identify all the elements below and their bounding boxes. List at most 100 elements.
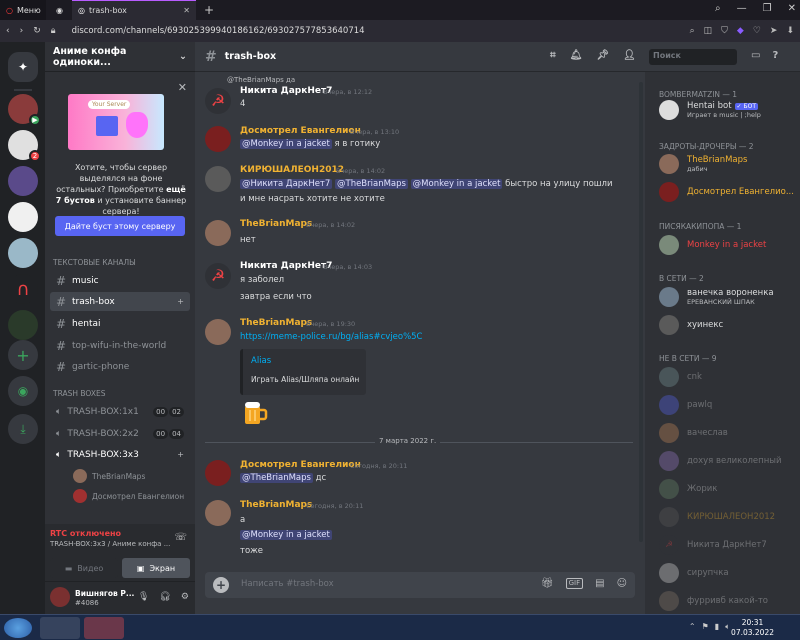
adblock-icon[interactable]: ⛉ [721, 26, 728, 36]
voice-channel-3x3[interactable]: 🔈︎ TRASH-BOX:3x3 + [50, 445, 190, 464]
minimize-icon[interactable]: — [737, 3, 747, 14]
headphones-icon[interactable]: 🎧︎ [159, 592, 170, 602]
search-icon[interactable]: ⌕ [690, 26, 695, 36]
reload-icon[interactable]: ↻ [33, 26, 41, 36]
add-member-icon[interactable]: + [177, 297, 184, 306]
close-icon[interactable]: ✕ [178, 81, 187, 94]
maximize-icon[interactable]: ❐ [763, 3, 772, 14]
voice-user[interactable]: TheBrianMaps [73, 469, 145, 483]
member-offline[interactable]: cnk [659, 367, 702, 387]
send-icon[interactable]: ➤ [770, 26, 778, 36]
avatar[interactable] [205, 460, 231, 486]
guild-header[interactable]: Аниме конфа одиноки... ⌄ [45, 42, 195, 72]
server-icon-2[interactable]: 2 [8, 130, 41, 162]
disconnect-icon[interactable]: ☏ [174, 532, 187, 543]
chat-scrollbar[interactable] [639, 82, 643, 542]
search-input[interactable]: Поиск [649, 49, 737, 65]
back-icon[interactable]: ‹ [6, 26, 10, 36]
gift-icon[interactable]: 🎁︎ [541, 578, 554, 589]
help-icon[interactable]: ? [772, 50, 778, 61]
member-offline[interactable]: вачеслав [659, 423, 728, 443]
member-evangelion[interactable]: Досмотрел Евангелио... [659, 182, 794, 202]
avatar[interactable] [205, 500, 231, 526]
heart-icon[interactable]: ♡ [753, 26, 761, 36]
server-icon-6[interactable]: ∩ [8, 274, 38, 304]
start-button[interactable] [4, 618, 32, 638]
chevron-up-icon[interactable]: ⌃ [689, 622, 696, 632]
reply-preview[interactable]: @TheBrianMaps да [227, 76, 295, 84]
embed-title[interactable]: Alias [251, 356, 271, 366]
add-member-icon[interactable]: + [177, 450, 184, 459]
user-mention[interactable]: @Monkey in a jacket [240, 530, 332, 540]
search-tabs-icon[interactable]: ⌕ [715, 3, 721, 14]
avatar[interactable] [205, 126, 231, 152]
channel-hentai[interactable]: # hentai [50, 314, 190, 333]
channel-gartic-phone[interactable]: # gartic-phone [50, 357, 190, 376]
server-icon-anime[interactable]: ▶ [8, 94, 41, 126]
explore-icon[interactable]: ◉ [8, 376, 38, 406]
avatar[interactable]: ☭ [205, 88, 231, 114]
boost-server-button[interactable]: Дайте буст этому серверу [55, 216, 185, 236]
camera-icon[interactable]: ◫ [704, 26, 713, 36]
new-tab-button[interactable]: + [198, 0, 214, 20]
network-icon[interactable]: ▮ [715, 622, 719, 632]
close-window-icon[interactable]: ✕ [788, 3, 796, 14]
member-offline[interactable]: дохуя великолепный [659, 451, 782, 471]
add-server-icon[interactable]: + [8, 340, 38, 370]
browser-menu-tab[interactable]: ○ Меню [0, 0, 46, 20]
url-field[interactable]: discord.com/channels/693025399940186162/… [72, 26, 365, 36]
message-input[interactable]: Написать #trash-box [241, 579, 334, 589]
sticker-icon[interactable]: ▤ [595, 578, 604, 589]
download-apps-icon[interactable]: ⤓ [8, 414, 38, 444]
server-icon-3[interactable] [8, 166, 38, 196]
channel-top-wifu[interactable]: # top-wifu-in-the-world [50, 336, 190, 355]
category-text-channels[interactable]: ТЕКСТОВЫЕ КАНАЛЫ [53, 258, 136, 267]
user-mention[interactable]: @Monkey in a jacket [410, 179, 503, 189]
message-author[interactable]: TheBrianMaps [240, 219, 312, 229]
pin-icon[interactable]: 📌︎ [596, 50, 609, 61]
forward-icon[interactable]: › [20, 26, 24, 36]
message-author[interactable]: Никита ДаркНет7 [240, 86, 332, 96]
voice-channel-2x2[interactable]: 🔈︎ TRASH-BOX:2x2 00 04 [50, 424, 190, 443]
voice-channel-1x1[interactable]: 🔈︎ TRASH-BOX:1x1 00 02 [50, 402, 190, 421]
avatar[interactable]: ☭ [205, 263, 231, 289]
discord-home-icon[interactable]: ✦ [8, 52, 38, 82]
tab-close-icon[interactable]: ✕ [183, 6, 190, 15]
download-icon[interactable]: ⬇ [786, 26, 794, 36]
opera-taskbar-icon[interactable] [84, 617, 124, 639]
member-monkey[interactable]: Monkey in a jacket [659, 235, 766, 255]
avatar[interactable] [205, 319, 231, 345]
message-author[interactable]: Досмотрел Евангелион [240, 126, 361, 136]
tab-trash-box[interactable]: ◎ trash-box ✕ [72, 0, 196, 20]
voice-user[interactable]: Досмотрел Евангелион [73, 489, 184, 503]
volume-icon[interactable]: 🔈︎ [725, 622, 730, 632]
lock-icon[interactable]: 🔒︎ [51, 26, 56, 36]
member-offline[interactable]: сирупчка [659, 563, 729, 583]
gif-icon[interactable]: GIF [565, 578, 584, 589]
rtc-channel[interactable]: TRASH-BOX:3x3 / Аниме конфа ... [50, 540, 170, 548]
category-trash-boxes[interactable]: TRASH BOXES [53, 389, 105, 398]
avatar[interactable] [205, 166, 231, 192]
members-icon[interactable]: 👤︎ [623, 50, 636, 61]
clock[interactable]: 20:31 07.03.2022 [731, 618, 774, 638]
message-author[interactable]: Никита ДаркНет7 [240, 261, 332, 271]
member-hentai-bot[interactable]: Hentai bot ✓ БОТ Играет в music | ;help [659, 100, 761, 120]
user-mention[interactable]: @Monkey in a jacket [240, 139, 332, 149]
flag-icon[interactable]: ⚑ [702, 622, 709, 632]
channel-music[interactable]: # music [50, 271, 190, 290]
inbox-icon[interactable]: ▭ [751, 50, 760, 61]
message-author[interactable]: TheBrianMaps [240, 500, 312, 510]
microphone-icon[interactable]: 🎙︎ [138, 592, 149, 602]
bell-icon[interactable]: 🔔︎ [570, 50, 583, 61]
avatar[interactable] [205, 220, 231, 246]
avatar[interactable] [50, 587, 70, 607]
user-mention[interactable]: @TheBrianMaps [240, 473, 313, 483]
server-icon-7[interactable] [8, 310, 38, 340]
member-huinex[interactable]: хуинекс [659, 315, 723, 335]
member-offline[interactable]: фурривб какой-то [659, 591, 768, 611]
tab-gamepad[interactable]: ◉ [50, 0, 70, 20]
member-offline[interactable]: ☭ Никита ДаркНет7 [659, 535, 767, 555]
message-author[interactable]: TheBrianMaps [240, 318, 312, 328]
emoji-icon[interactable]: ☺ [617, 578, 627, 589]
user-mention[interactable]: @TheBrianMaps [335, 179, 408, 189]
